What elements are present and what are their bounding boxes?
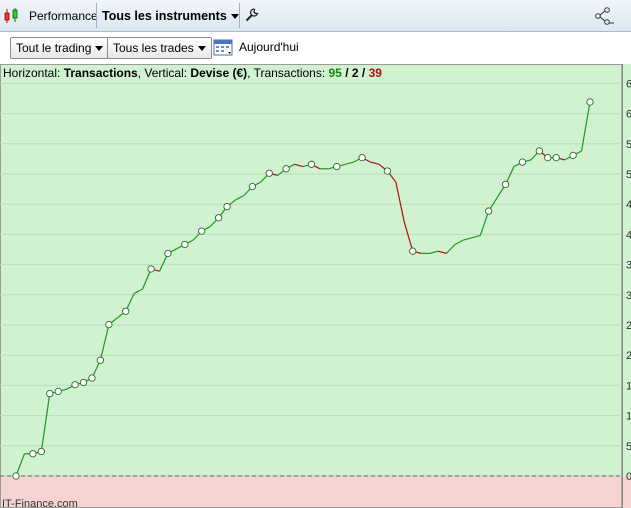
y-tick-label: 6 — [626, 78, 631, 90]
instruments-label: Tous les instruments — [102, 9, 227, 23]
trade-point[interactable] — [223, 202, 231, 211]
y-tick-label: 1 — [626, 411, 631, 423]
chart-header: Horizontal: Transactions, Vertical: Devi… — [3, 66, 382, 80]
trade-point[interactable] — [409, 247, 417, 255]
transactions-prefix: , Transactions: — [247, 66, 329, 80]
trade-point[interactable] — [383, 167, 392, 175]
count-separator: / — [341, 66, 352, 80]
chevron-down-icon — [197, 46, 206, 52]
trade-point[interactable] — [96, 356, 105, 364]
trade-point[interactable] — [552, 154, 560, 162]
vertical-value: Devise (€) — [190, 66, 248, 80]
trade-point[interactable] — [12, 472, 20, 480]
candlestick-icon — [3, 8, 21, 24]
wrench-icon[interactable] — [245, 8, 259, 24]
trade-point[interactable] — [518, 158, 527, 166]
trade-point[interactable] — [535, 147, 544, 155]
count-separator: / — [358, 66, 369, 80]
toolbar-divider — [96, 3, 97, 28]
y-tick-label: 2 — [626, 350, 631, 362]
y-tick-label: 4 — [626, 229, 631, 241]
trade-point[interactable] — [71, 381, 79, 389]
trades-filter-dropdown[interactable]: Tous les trades — [107, 37, 212, 59]
y-tick-label: 5 — [626, 139, 631, 151]
trade-point[interactable] — [265, 169, 273, 177]
trade-point[interactable] — [88, 374, 96, 382]
trade-point[interactable] — [569, 151, 577, 160]
trading-filter-dropdown[interactable]: Tout le trading — [10, 37, 110, 59]
even-count: 2 — [351, 66, 359, 80]
trade-point[interactable] — [214, 214, 223, 222]
profit-zone — [0, 64, 631, 476]
trade-point[interactable] — [79, 378, 88, 387]
y-tick-label: 1 — [626, 380, 631, 392]
trade-point[interactable] — [46, 389, 54, 398]
trade-point[interactable] — [501, 180, 510, 189]
trade-point[interactable] — [248, 182, 257, 191]
y-tick-label: 5 — [626, 169, 631, 181]
trade-point[interactable] — [333, 162, 341, 171]
toolbar-divider — [239, 3, 240, 28]
trade-point[interactable] — [282, 165, 290, 173]
y-tick-label: 2 — [626, 320, 631, 332]
trading-filter-label: Tout le trading — [16, 41, 92, 55]
today-label[interactable]: Aujourd'hui — [239, 40, 299, 54]
trade-point[interactable] — [307, 160, 316, 168]
trade-point[interactable] — [29, 450, 37, 458]
trade-point[interactable] — [358, 154, 366, 162]
vertical-prefix: , Vertical: — [137, 66, 191, 80]
watermark: IT-Finance.com — [2, 498, 78, 508]
trade-point[interactable] — [181, 240, 189, 249]
trade-point[interactable] — [586, 98, 594, 106]
chevron-down-icon — [230, 14, 239, 20]
trade-point[interactable] — [105, 320, 113, 329]
chevron-down-icon — [95, 46, 104, 52]
performance-tab[interactable]: Performance — [29, 4, 98, 28]
trade-point[interactable] — [147, 265, 155, 273]
trade-point[interactable] — [485, 207, 493, 215]
trade-point[interactable] — [164, 249, 172, 258]
top-toolbar: Performance Tous les instruments — [0, 0, 631, 32]
horizontal-value: Transactions — [63, 66, 138, 80]
y-tick-label: 3 — [626, 290, 631, 302]
trade-point[interactable] — [122, 307, 130, 315]
win-count: 95 — [328, 66, 342, 80]
trades-filter-label: Tous les trades — [113, 41, 194, 55]
y-tick-label: 0 — [626, 471, 631, 483]
trade-point[interactable] — [37, 447, 45, 456]
trade-point[interactable] — [54, 387, 62, 396]
horizontal-prefix: Horizontal: — [3, 66, 64, 80]
instruments-dropdown[interactable]: Tous les instruments — [102, 4, 239, 28]
trade-point[interactable] — [198, 227, 206, 235]
equity-chart: 6 6 5 5 4 4 3 3 2 2 1 1 5 0 IT-Finance.com — [0, 64, 631, 508]
y-tick-label: 3 — [626, 260, 631, 272]
y-tick-label: 6 — [626, 109, 631, 121]
loss-zone — [0, 476, 631, 508]
loss-count: 39 — [368, 66, 382, 80]
y-tick-label: 5 — [626, 441, 631, 453]
share-icon[interactable] — [594, 7, 614, 25]
trade-point[interactable] — [544, 154, 552, 162]
y-tick-label: 4 — [626, 199, 631, 211]
calendar-icon[interactable] — [213, 37, 235, 60]
